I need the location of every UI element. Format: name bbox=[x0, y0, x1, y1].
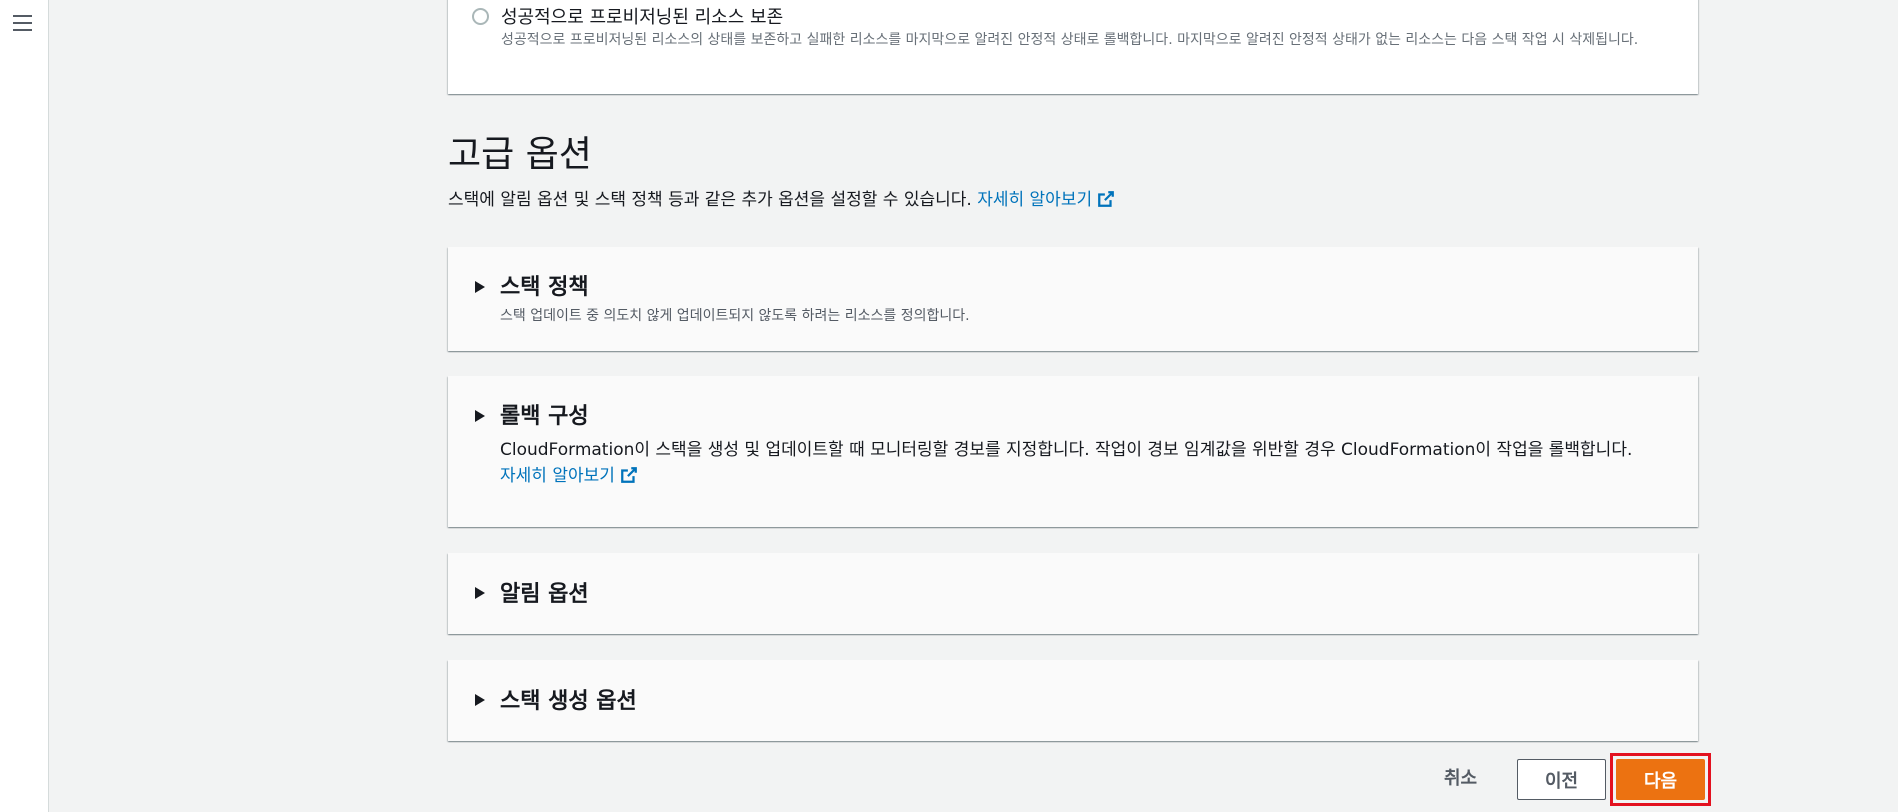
hamburger-menu-icon[interactable] bbox=[13, 15, 32, 31]
caret-right-icon bbox=[475, 410, 485, 422]
rollback-learn-more-link[interactable]: 자세히 알아보기 bbox=[500, 466, 638, 486]
notification-options-section[interactable]: 알림 옵션 bbox=[448, 553, 1698, 634]
external-link-icon bbox=[1098, 191, 1114, 207]
stack-policy-description: 스택 업데이트 중 의도치 않게 업데이트되지 않도록 하려는 리소스를 정의합… bbox=[500, 308, 970, 324]
previous-button[interactable]: 이전 bbox=[1517, 759, 1606, 800]
stack-creation-options-section[interactable]: 스택 생성 옵션 bbox=[448, 660, 1698, 741]
preserve-resources-description: 성공적으로 프로비저닝된 리소스의 상태를 보존하고 실패한 리소스를 마지막으… bbox=[501, 32, 1639, 48]
next-button-highlight: 다음 bbox=[1610, 753, 1711, 806]
preserve-resources-label[interactable]: 성공적으로 프로비저닝된 리소스 보존 bbox=[501, 3, 783, 29]
notification-options-title[interactable]: 알림 옵션 bbox=[500, 576, 589, 608]
advanced-options-title: 고급 옵션 bbox=[448, 134, 592, 175]
cancel-button[interactable]: 취소 bbox=[1444, 764, 1477, 790]
caret-right-icon bbox=[475, 694, 485, 706]
caret-right-icon bbox=[475, 281, 485, 293]
side-navigation-rail bbox=[0, 0, 49, 812]
caret-right-icon bbox=[475, 587, 485, 599]
rollback-configuration-title[interactable]: 롤백 구성 bbox=[500, 398, 589, 430]
stack-policy-section[interactable]: 스택 정책 스택 업데이트 중 의도치 않게 업데이트되지 않도록 하려는 리소… bbox=[448, 247, 1698, 351]
rollback-configuration-section[interactable]: 롤백 구성 CloudFormation이 스택을 생성 및 업데이트할 때 모… bbox=[448, 376, 1698, 527]
advanced-learn-more-link[interactable]: 자세히 알아보기 bbox=[977, 190, 1115, 210]
stack-policy-title[interactable]: 스택 정책 bbox=[500, 269, 589, 301]
rollback-configuration-description: CloudFormation이 스택을 생성 및 업데이트할 때 모니터링할 경… bbox=[500, 437, 1650, 489]
advanced-options-text: 스택에 알림 옵션 및 스택 정책 등과 같은 추가 옵션을 설정할 수 있습니… bbox=[448, 190, 972, 210]
rollback-behavior-card: 성공적으로 프로비저닝된 리소스 보존 성공적으로 프로비저닝된 리소스의 상태… bbox=[448, 0, 1698, 94]
next-button[interactable]: 다음 bbox=[1616, 759, 1705, 800]
advanced-learn-more-label[interactable]: 자세히 알아보기 bbox=[977, 190, 1092, 210]
preserve-resources-radio[interactable] bbox=[472, 8, 489, 25]
external-link-icon bbox=[621, 467, 637, 483]
rollback-learn-more-label[interactable]: 자세히 알아보기 bbox=[500, 466, 615, 486]
advanced-options-description: 스택에 알림 옵션 및 스택 정책 등과 같은 추가 옵션을 설정할 수 있습니… bbox=[448, 185, 1115, 210]
stack-creation-options-title[interactable]: 스택 생성 옵션 bbox=[500, 683, 637, 715]
rollback-description-text: CloudFormation이 스택을 생성 및 업데이트할 때 모니터링할 경… bbox=[500, 440, 1633, 460]
